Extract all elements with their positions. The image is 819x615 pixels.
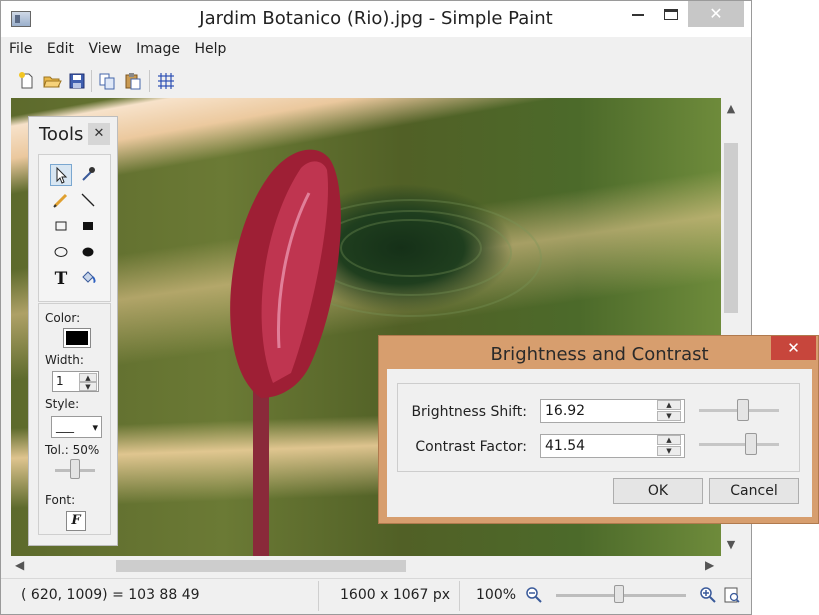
brightness-contrast-dialog: Brightness and Contrast ✕ Brightness Shi… (378, 335, 819, 524)
menu-view[interactable]: View (88, 41, 121, 57)
menu-file[interactable]: File (9, 41, 32, 57)
font-label: Font: (45, 493, 76, 507)
ellipse-outline-tool-icon[interactable] (50, 242, 72, 264)
status-bar: ( 620, 1009) = 103 88 49 1600 x 1067 px … (1, 578, 751, 614)
tools-title: Tools (39, 124, 84, 145)
style-value: ___ (56, 419, 74, 433)
tool-properties: Color: Width: 1 ▲ ▼ Style: ___ ▾ Tol.: 5… (38, 303, 111, 535)
fill-bucket-tool-icon[interactable] (77, 268, 99, 290)
select-tool-icon[interactable] (50, 164, 72, 186)
toolbar (11, 67, 741, 95)
eyedropper-tool-icon[interactable] (77, 164, 99, 186)
width-label: Width: (45, 353, 84, 367)
scroll-up-icon[interactable]: ▲ (721, 102, 741, 115)
scroll-down-icon[interactable]: ▼ (721, 538, 741, 551)
close-button[interactable]: ✕ (688, 1, 744, 27)
width-stepper[interactable]: 1 ▲ ▼ (52, 371, 99, 392)
toolbar-separator (91, 70, 92, 92)
brightness-label: Brightness Shift: (411, 404, 527, 420)
vertical-scroll-thumb[interactable] (724, 143, 738, 313)
menu-bar: File Edit View Image Help (9, 41, 236, 63)
brightness-value: 16.92 (545, 403, 586, 419)
adjustment-group: Brightness Shift: 16.92 ▲ ▼ Contrast Fac… (397, 383, 800, 472)
maximize-button[interactable] (654, 1, 688, 27)
zoom-slider-thumb[interactable] (614, 585, 624, 603)
pencil-tool-icon[interactable] (50, 190, 72, 212)
tolerance-slider-thumb[interactable] (70, 459, 80, 479)
menu-help[interactable]: Help (194, 41, 226, 57)
chevron-down-icon: ▾ (92, 421, 98, 434)
contrast-label: Contrast Factor: (415, 439, 527, 455)
font-button[interactable]: F (66, 511, 86, 531)
contrast-slider-thumb[interactable] (745, 433, 757, 455)
tools-panel: Tools ✕ T Color: Width: 1 ▲ ▼ Style: ___… (28, 116, 118, 546)
dialog-title: Brightness and Contrast (490, 344, 709, 365)
scroll-right-icon[interactable]: ▶ (705, 558, 714, 572)
style-select[interactable]: ___ ▾ (51, 416, 102, 438)
copy-icon[interactable] (97, 71, 117, 91)
tool-palette: T (38, 154, 111, 302)
minimize-icon (632, 13, 644, 16)
save-icon[interactable] (67, 71, 87, 91)
zoom-level: 100% (476, 587, 517, 603)
open-folder-icon[interactable] (42, 71, 62, 91)
zoom-in-icon[interactable] (699, 586, 717, 604)
brightness-spin-up-icon[interactable]: ▲ (657, 400, 681, 410)
brightness-spin-down-icon[interactable]: ▼ (657, 411, 681, 421)
status-separator (318, 581, 319, 611)
maximize-icon (664, 9, 678, 20)
dialog-body: Brightness Shift: 16.92 ▲ ▼ Contrast Fac… (387, 369, 812, 517)
tolerance-label: Tol.: 50% (45, 443, 100, 457)
image-size: 1600 x 1067 px (340, 587, 451, 603)
style-label: Style: (45, 397, 80, 411)
text-tool-icon[interactable]: T (50, 268, 72, 290)
ok-button[interactable]: OK (613, 478, 703, 504)
zoom-fit-icon[interactable] (723, 586, 741, 604)
scroll-left-icon[interactable]: ◀ (15, 558, 24, 572)
ellipse-filled-tool-icon[interactable] (77, 242, 99, 264)
toolbar-separator (149, 70, 150, 92)
tools-close-button[interactable]: ✕ (88, 123, 110, 145)
line-tool-icon[interactable] (77, 190, 99, 212)
horizontal-scrollbar[interactable]: ◀ ▶ (11, 556, 721, 576)
contrast-spin-down-icon[interactable]: ▼ (657, 446, 681, 456)
pixel-info: ( 620, 1009) = 103 88 49 (21, 587, 200, 603)
color-swatch[interactable] (63, 328, 91, 348)
status-separator (459, 581, 460, 611)
cancel-button[interactable]: Cancel (709, 478, 799, 504)
contrast-slider-track[interactable] (699, 443, 779, 446)
title-bar: Jardim Botanico (Rio).jpg - Simple Paint… (1, 1, 751, 37)
minimize-button[interactable] (621, 1, 655, 27)
rectangle-filled-tool-icon[interactable] (77, 216, 99, 238)
spin-up-icon[interactable]: ▲ (79, 373, 97, 382)
new-file-icon[interactable] (17, 71, 37, 91)
zoom-out-icon[interactable] (525, 586, 543, 604)
contrast-value: 41.54 (545, 438, 586, 454)
rectangle-outline-tool-icon[interactable] (50, 216, 72, 238)
color-label: Color: (45, 311, 81, 325)
grid-icon[interactable] (156, 71, 176, 91)
menu-edit[interactable]: Edit (47, 41, 74, 57)
brightness-slider-thumb[interactable] (737, 399, 749, 421)
paste-icon[interactable] (123, 71, 143, 91)
contrast-spin-up-icon[interactable]: ▲ (657, 435, 681, 445)
width-value: 1 (56, 374, 64, 388)
spin-down-icon[interactable]: ▼ (79, 382, 97, 391)
dialog-close-button[interactable]: ✕ (771, 336, 816, 360)
horizontal-scroll-thumb[interactable] (116, 560, 406, 572)
menu-image[interactable]: Image (136, 41, 180, 57)
